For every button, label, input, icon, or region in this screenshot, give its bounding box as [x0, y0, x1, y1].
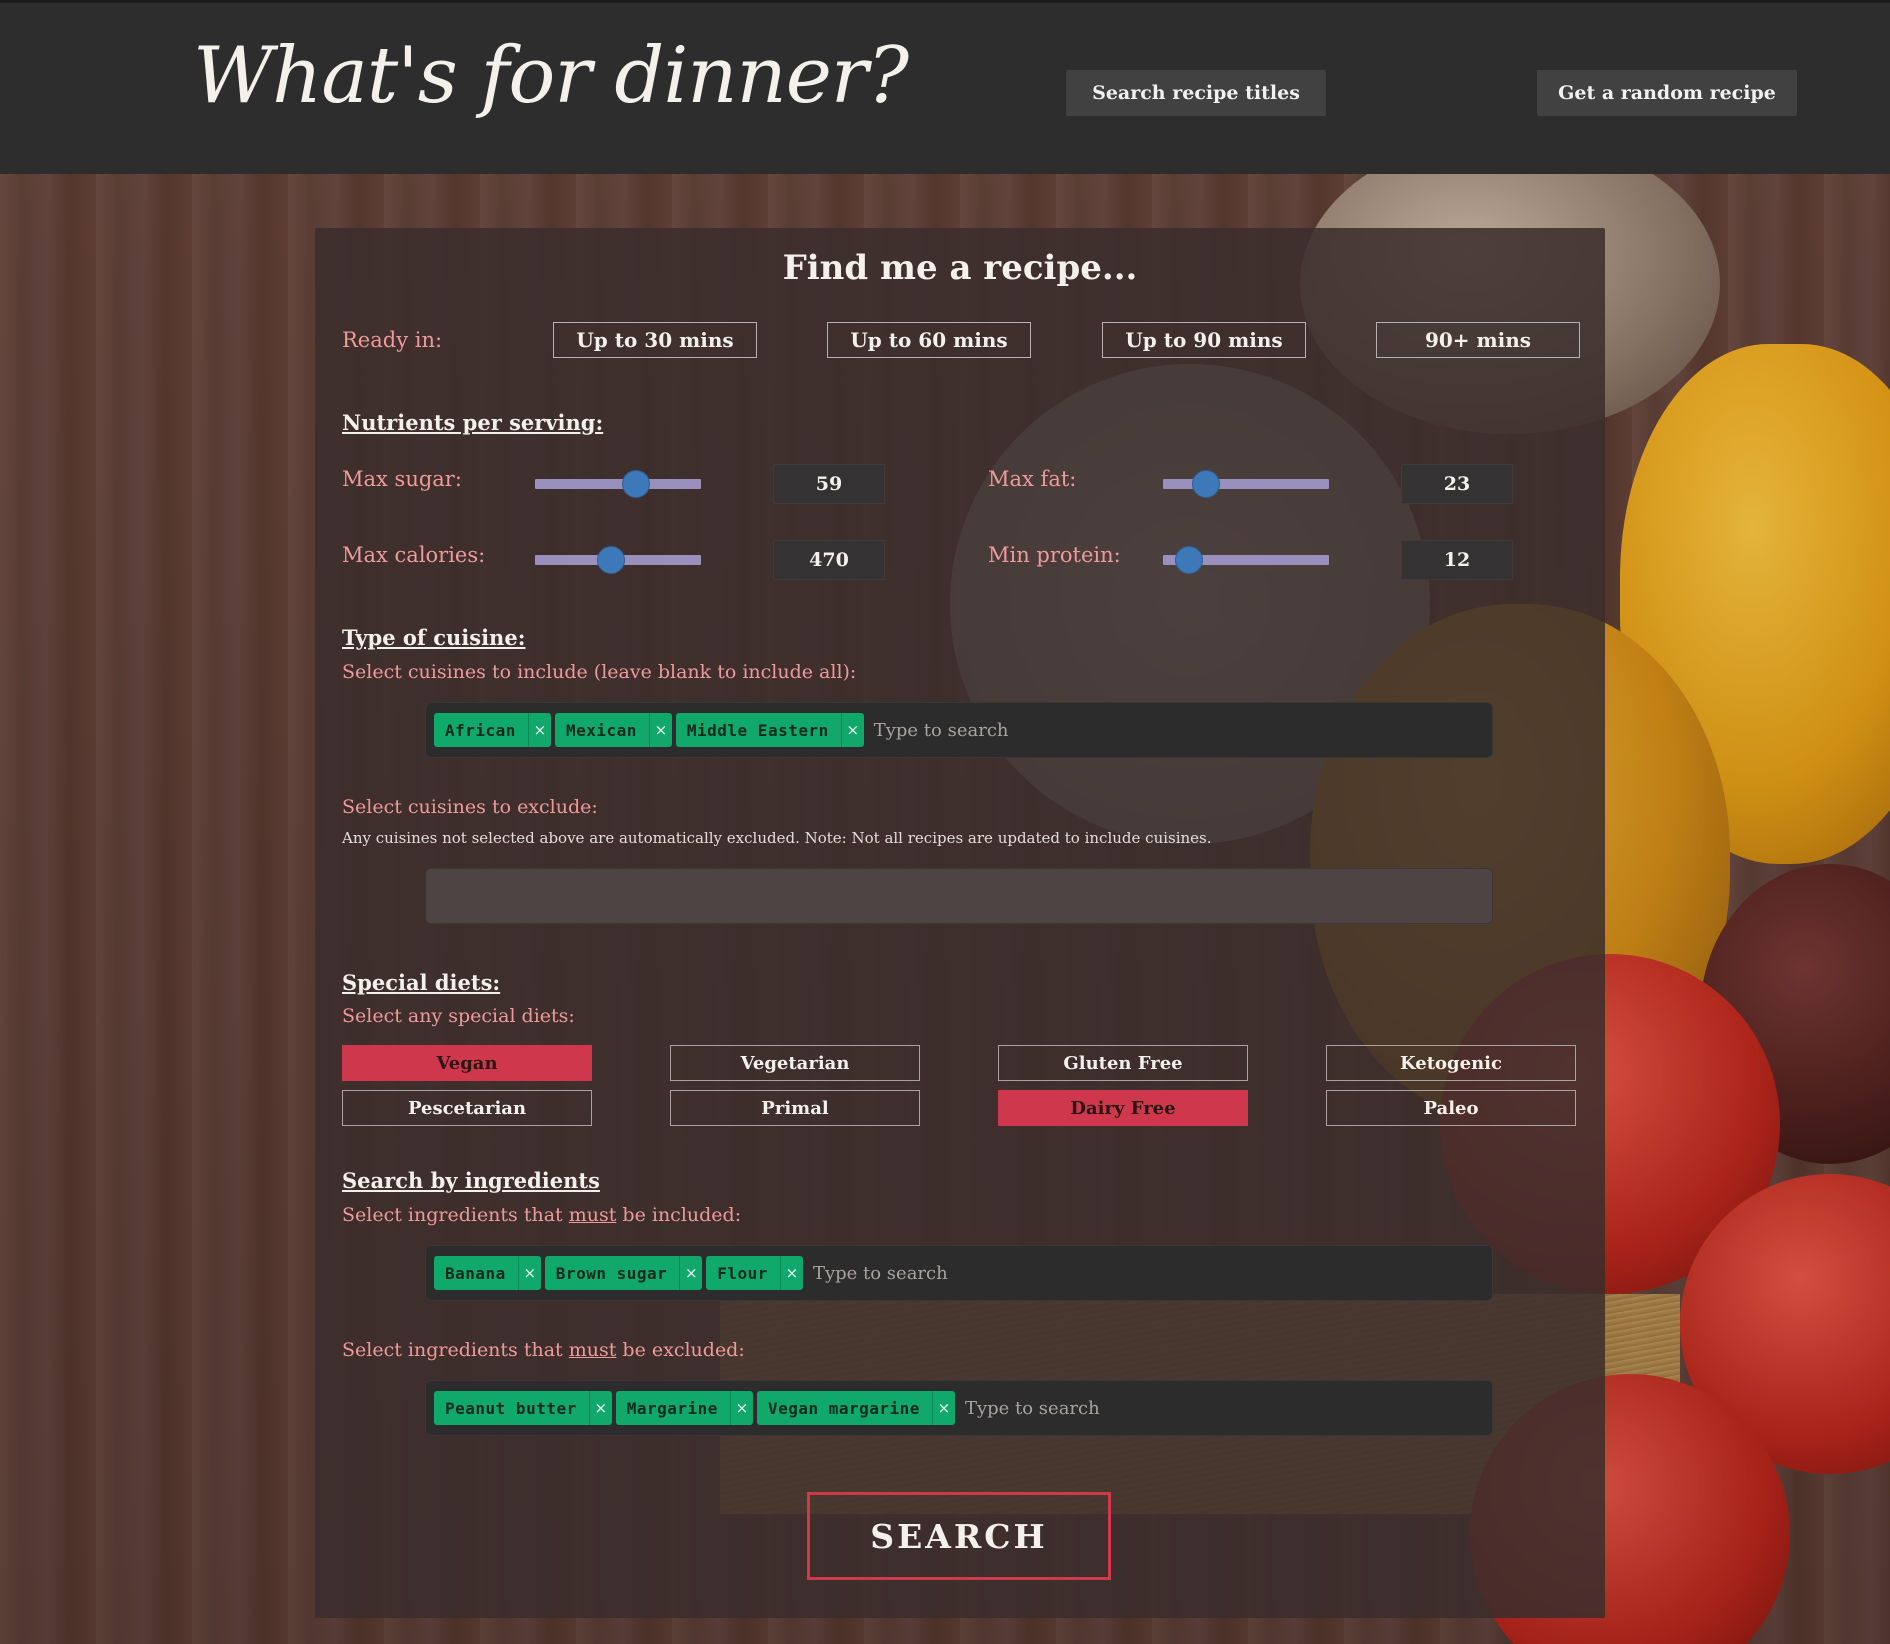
search-recipe-titles-button[interactable]: Search recipe titles	[1066, 70, 1326, 116]
remove-tag-icon[interactable]: ×	[931, 1391, 955, 1425]
slider-knob[interactable]	[596, 546, 625, 574]
diet-primal-button[interactable]: Primal	[670, 1090, 920, 1126]
ingredients-include-input[interactable]: Banana × Brown sugar × Flour × Type to sear…	[425, 1245, 1493, 1301]
tag: African ×	[434, 713, 551, 747]
random-recipe-button[interactable]: Get a random recipe	[1537, 70, 1797, 116]
max-calories-slider[interactable]	[535, 546, 701, 574]
diets-heading: Special diets:	[342, 970, 501, 995]
ingredients-include-label: Select ingredients that must be included…	[342, 1204, 742, 1226]
cuisine-include-input[interactable]: African × Mexican × Middle Eastern × Type t…	[425, 702, 1493, 758]
remove-tag-icon[interactable]: ×	[840, 713, 864, 747]
site-title: What's for dinner?	[193, 31, 909, 121]
ready-in-label: Ready in:	[342, 328, 443, 352]
max-calories-label: Max calories:	[342, 543, 486, 567]
diet-vegan-button[interactable]: Vegan	[342, 1045, 592, 1081]
min-protein-label: Min protein:	[988, 543, 1121, 567]
remove-tag-icon[interactable]: ×	[527, 713, 551, 747]
slider-knob[interactable]	[1191, 470, 1220, 498]
remove-tag-icon[interactable]: ×	[729, 1391, 753, 1425]
diets-label: Select any special diets:	[342, 1005, 575, 1027]
ingredients-heading: Search by ingredients	[342, 1168, 600, 1193]
diet-gluten-free-button[interactable]: Gluten Free	[998, 1045, 1248, 1081]
tag: Banana ×	[434, 1256, 541, 1290]
diet-vegetarian-button[interactable]: Vegetarian	[670, 1045, 920, 1081]
tag: Peanut butter ×	[434, 1391, 612, 1425]
cuisine-exclude-note: Any cuisines not selected above are auto…	[342, 829, 1212, 847]
tag: Flour ×	[706, 1256, 803, 1290]
remove-tag-icon[interactable]: ×	[588, 1391, 612, 1425]
tag: Middle Eastern ×	[675, 713, 864, 747]
cuisine-exclude-input[interactable]	[425, 868, 1493, 924]
ingredients-exclude-input[interactable]: Peanut butter × Margarine × Vegan margarin…	[425, 1380, 1493, 1436]
slider-knob[interactable]	[621, 470, 650, 498]
max-sugar-label: Max sugar:	[342, 467, 462, 491]
tag: Margarine ×	[615, 1391, 753, 1425]
remove-tag-icon[interactable]: ×	[779, 1256, 803, 1290]
tag: Mexican ×	[554, 713, 672, 747]
nutrients-heading: Nutrients per serving:	[342, 410, 604, 435]
remove-tag-icon[interactable]: ×	[648, 713, 672, 747]
ready-90-button[interactable]: Up to 90 mins	[1102, 322, 1306, 358]
diet-pescetarian-button[interactable]: Pescetarian	[342, 1090, 592, 1126]
search-placeholder[interactable]: Type to search	[813, 1263, 948, 1284]
recipe-search-panel: Find me a recipe... Ready in: Up to 30 m…	[315, 228, 1605, 1618]
slider-knob[interactable]	[1174, 546, 1203, 574]
search-placeholder[interactable]: Type to search	[874, 720, 1009, 741]
remove-tag-icon[interactable]: ×	[679, 1256, 702, 1290]
max-sugar-value[interactable]: 59	[773, 464, 885, 504]
max-calories-value[interactable]: 470	[773, 540, 885, 580]
ready-30-button[interactable]: Up to 30 mins	[553, 322, 757, 358]
max-sugar-slider[interactable]	[535, 470, 701, 498]
max-fat-label: Max fat:	[988, 467, 1077, 491]
panel-title: Find me a recipe...	[782, 248, 1138, 288]
max-fat-slider[interactable]	[1163, 470, 1329, 498]
cuisine-exclude-label: Select cuisines to exclude:	[342, 796, 598, 818]
max-fat-value[interactable]: 23	[1401, 464, 1513, 504]
diet-dairy-free-button[interactable]: Dairy Free	[998, 1090, 1248, 1126]
ready-90plus-button[interactable]: 90+ mins	[1376, 322, 1580, 358]
cuisine-heading: Type of cuisine:	[342, 625, 526, 650]
ingredients-exclude-label: Select ingredients that must be excluded…	[342, 1339, 745, 1361]
header: What's for dinner? Search recipe titles …	[0, 3, 1890, 174]
cuisine-include-label: Select cuisines to include (leave blank …	[342, 661, 857, 683]
min-protein-slider[interactable]	[1163, 546, 1329, 574]
remove-tag-icon[interactable]: ×	[517, 1256, 541, 1290]
tag: Brown sugar ×	[544, 1256, 703, 1290]
diet-paleo-button[interactable]: Paleo	[1326, 1090, 1576, 1126]
diet-ketogenic-button[interactable]: Ketogenic	[1326, 1045, 1576, 1081]
min-protein-value[interactable]: 12	[1401, 540, 1513, 580]
search-button[interactable]: SEARCH	[807, 1492, 1111, 1580]
ready-60-button[interactable]: Up to 60 mins	[827, 322, 1031, 358]
tag: Vegan margarine ×	[756, 1391, 955, 1425]
search-placeholder[interactable]: Type to search	[965, 1398, 1100, 1419]
